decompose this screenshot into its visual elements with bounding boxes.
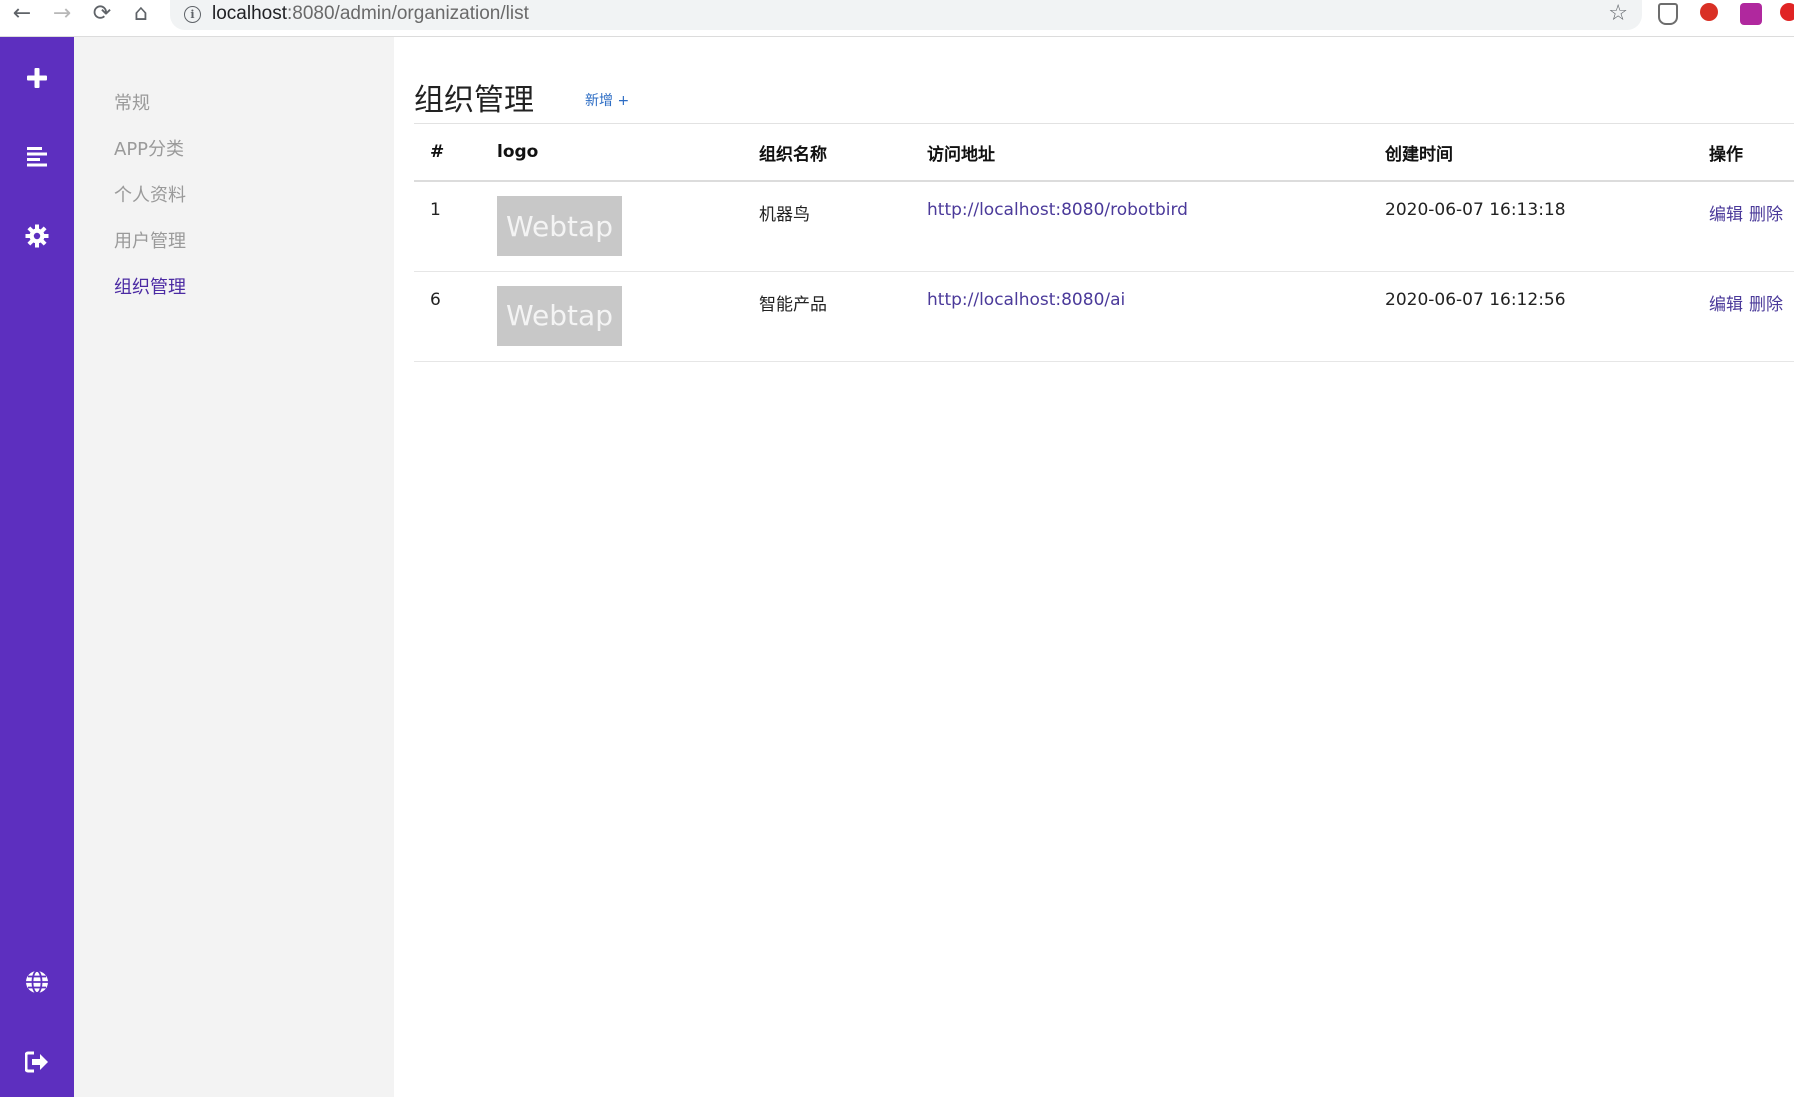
sidebar-item-general[interactable]: 常规 [114, 89, 150, 115]
globe-icon[interactable] [0, 967, 74, 997]
organization-logo: Webtap [497, 196, 622, 256]
gear-icon[interactable] [0, 221, 74, 251]
column-header-name: 组织名称 [743, 124, 911, 182]
bookmark-star-icon[interactable]: ☆ [1608, 1, 1628, 26]
organization-url-link[interactable]: http://localhost:8080/ai [911, 271, 1369, 362]
actions-cell: 编辑 删除 [1693, 181, 1794, 272]
edit-button[interactable]: 编辑 [1709, 205, 1743, 225]
logout-icon[interactable] [0, 1047, 74, 1077]
row-id: 6 [414, 271, 481, 362]
address-bar[interactable]: i localhost:8080/admin/organization/list… [170, 0, 1642, 30]
plus-icon[interactable] [0, 63, 74, 93]
url-text[interactable]: localhost:8080/admin/organization/list [212, 3, 529, 25]
sidebar-item-organizations[interactable]: 组织管理 [114, 273, 186, 299]
delete-button[interactable]: 删除 [1749, 205, 1783, 225]
rp-extension-icon[interactable] [1740, 3, 1762, 25]
icon-rail [0, 37, 74, 1097]
translate-extension-icon[interactable] [1700, 3, 1718, 21]
created-time: 2020-06-07 16:12:56 [1369, 271, 1693, 362]
shield-extension-icon[interactable] [1658, 3, 1678, 25]
browser-toolbar: ← → ⟳ ⌂ i localhost:8080/admin/organizat… [0, 0, 1794, 37]
organization-table: # logo 组织名称 访问地址 创建时间 操作 1 Webtap 机器鸟 ht… [414, 124, 1794, 362]
column-header-actions: 操作 [1693, 124, 1794, 182]
info-icon[interactable]: i [184, 6, 201, 23]
sidebar-item-users[interactable]: 用户管理 [114, 227, 186, 253]
back-icon[interactable]: ← [8, 0, 36, 28]
organization-url-link[interactable]: http://localhost:8080/robotbird [911, 181, 1369, 272]
table-header-row: # logo 组织名称 访问地址 创建时间 操作 [414, 124, 1794, 182]
actions-cell: 编辑 删除 [1693, 271, 1794, 362]
column-header-created: 创建时间 [1369, 124, 1693, 182]
main-content: 组织管理 新增 + # logo 组织名称 访问地址 创建时间 操作 1 Web… [394, 37, 1794, 1097]
table-row: 6 Webtap 智能产品 http://localhost:8080/ai 2… [414, 271, 1794, 362]
column-header-id: # [414, 124, 481, 182]
organization-name: 智能产品 [743, 271, 911, 362]
sidebar-item-app-category[interactable]: APP分类 [114, 135, 184, 161]
logo-cell: Webtap [481, 181, 743, 272]
organization-logo: Webtap [497, 285, 622, 346]
home-icon[interactable]: ⌂ [127, 0, 155, 28]
table-row: 1 Webtap 机器鸟 http://localhost:8080/robot… [414, 181, 1794, 272]
settings-sidebar: 常规 APP分类 个人资料 用户管理 组织管理 [74, 37, 394, 1097]
column-header-logo: logo [481, 124, 743, 182]
reload-icon[interactable]: ⟳ [88, 0, 116, 28]
edit-button[interactable]: 编辑 [1709, 295, 1743, 315]
list-icon[interactable] [0, 141, 74, 171]
row-id: 1 [414, 181, 481, 272]
page-title: 组织管理 [414, 83, 534, 118]
forward-icon[interactable]: → [48, 0, 76, 28]
organization-name: 机器鸟 [743, 181, 911, 272]
column-header-url: 访问地址 [911, 124, 1369, 182]
record-extension-icon[interactable] [1780, 3, 1794, 21]
logo-cell: Webtap [481, 271, 743, 362]
delete-button[interactable]: 删除 [1749, 295, 1783, 315]
sidebar-item-profile[interactable]: 个人资料 [114, 181, 186, 207]
created-time: 2020-06-07 16:13:18 [1369, 181, 1693, 272]
add-organization-button[interactable]: 新增 + [585, 90, 629, 110]
